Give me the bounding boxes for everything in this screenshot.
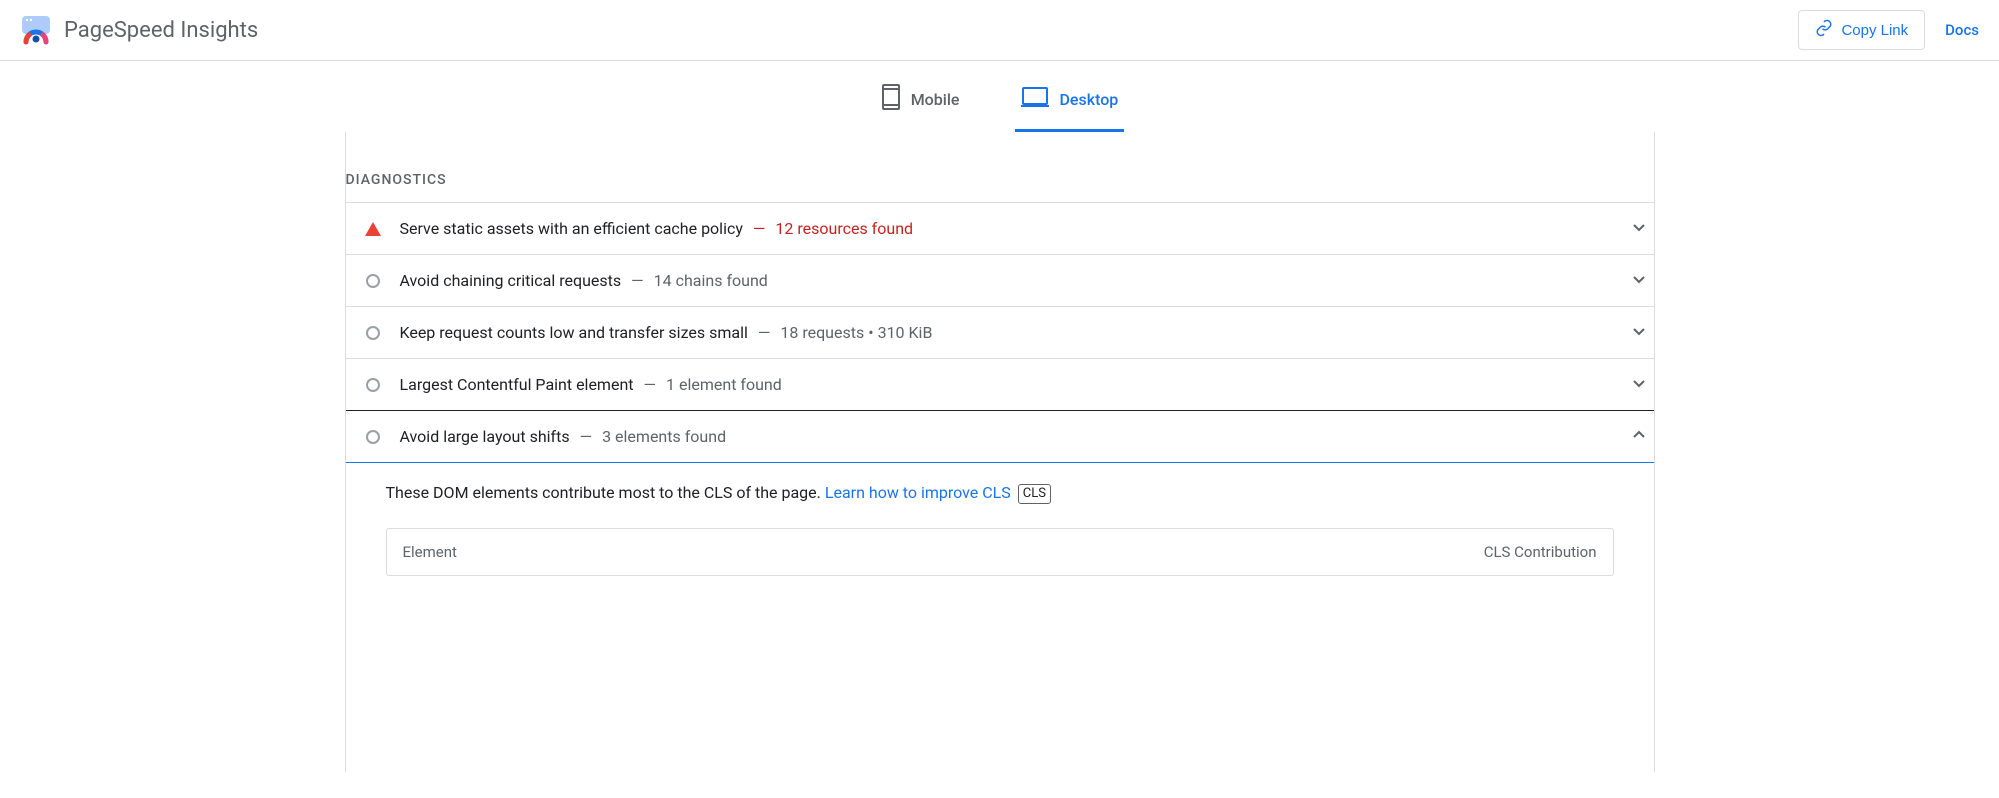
diagnostic-title: Avoid large layout shifts — [400, 427, 570, 446]
warning-triangle-icon — [362, 222, 384, 236]
header-left: PageSpeed Insights — [20, 14, 258, 46]
explain-text-body: These DOM elements contribute most to th… — [386, 483, 825, 502]
desktop-icon — [1021, 86, 1049, 112]
link-icon — [1815, 19, 1833, 41]
info-circle-icon — [362, 430, 384, 444]
chevron-up-icon — [1632, 427, 1646, 446]
mobile-icon — [881, 83, 901, 115]
chevron-down-icon — [1632, 375, 1646, 394]
diagnostic-row[interactable]: Serve static assets with an efficient ca… — [346, 203, 1654, 255]
column-element: Element — [403, 543, 457, 561]
diagnostic-detail: 3 elements found — [602, 427, 726, 446]
app-header: PageSpeed Insights Copy Link Docs — [0, 0, 1999, 61]
diagnostics-list: Serve static assets with an efficient ca… — [346, 202, 1654, 463]
diagnostic-title: Avoid chaining critical requests — [400, 271, 622, 290]
app-title: PageSpeed Insights — [64, 18, 258, 43]
table-header: Element CLS Contribution — [387, 529, 1613, 575]
diagnostic-title: Keep request counts low and transfer siz… — [400, 323, 748, 342]
chevron-down-icon — [1632, 323, 1646, 342]
diagnostic-row[interactable]: Avoid large layout shifts — 3 elements f… — [346, 411, 1654, 463]
cls-badge: CLS — [1018, 484, 1051, 504]
separator: — — [580, 427, 593, 446]
separator: — — [758, 323, 771, 342]
separator: — — [644, 375, 657, 394]
column-cls-contribution: CLS Contribution — [1484, 543, 1597, 561]
tab-desktop[interactable]: Desktop — [1015, 73, 1124, 132]
separator: — — [631, 271, 644, 290]
header-right: Copy Link Docs — [1798, 10, 1979, 50]
copy-link-button[interactable]: Copy Link — [1798, 10, 1925, 50]
diagnostic-detail: 12 resources found — [775, 219, 913, 238]
tab-mobile[interactable]: Mobile — [875, 73, 966, 132]
main-content: DIAGNOSTICS Serve static assets with an … — [345, 132, 1655, 772]
pagespeed-logo-icon — [20, 14, 52, 46]
docs-link[interactable]: Docs — [1945, 21, 1979, 39]
diagnostic-row[interactable]: Keep request counts low and transfer siz… — [346, 307, 1654, 359]
diagnostic-detail: 1 element found — [666, 375, 782, 394]
device-tabs: Mobile Desktop — [0, 61, 1999, 132]
info-circle-icon — [362, 274, 384, 288]
chevron-down-icon — [1632, 219, 1646, 238]
diagnostic-detail: 14 chains found — [654, 271, 768, 290]
diagnostic-title: Largest Contentful Paint element — [400, 375, 634, 394]
info-circle-icon — [362, 326, 384, 340]
diagnostic-row[interactable]: Largest Contentful Paint element — 1 ele… — [346, 359, 1654, 411]
chevron-down-icon — [1632, 271, 1646, 290]
diagnostic-expanded-content: These DOM elements contribute most to th… — [346, 463, 1654, 576]
cls-elements-table: Element CLS Contribution — [386, 528, 1614, 576]
copy-link-label: Copy Link — [1841, 22, 1908, 39]
diagnostic-detail: 18 requests • 310 KiB — [780, 323, 932, 342]
explain-text: These DOM elements contribute most to th… — [386, 483, 1614, 504]
separator: — — [753, 219, 766, 238]
diagnostic-row[interactable]: Avoid chaining critical requests — 14 ch… — [346, 255, 1654, 307]
info-circle-icon — [362, 378, 384, 392]
tab-desktop-label: Desktop — [1059, 90, 1118, 109]
diagnostics-heading: DIAGNOSTICS — [346, 172, 1654, 202]
tab-mobile-label: Mobile — [911, 90, 960, 109]
learn-link[interactable]: Learn how to improve CLS — [825, 483, 1011, 502]
diagnostic-title: Serve static assets with an efficient ca… — [400, 219, 743, 238]
